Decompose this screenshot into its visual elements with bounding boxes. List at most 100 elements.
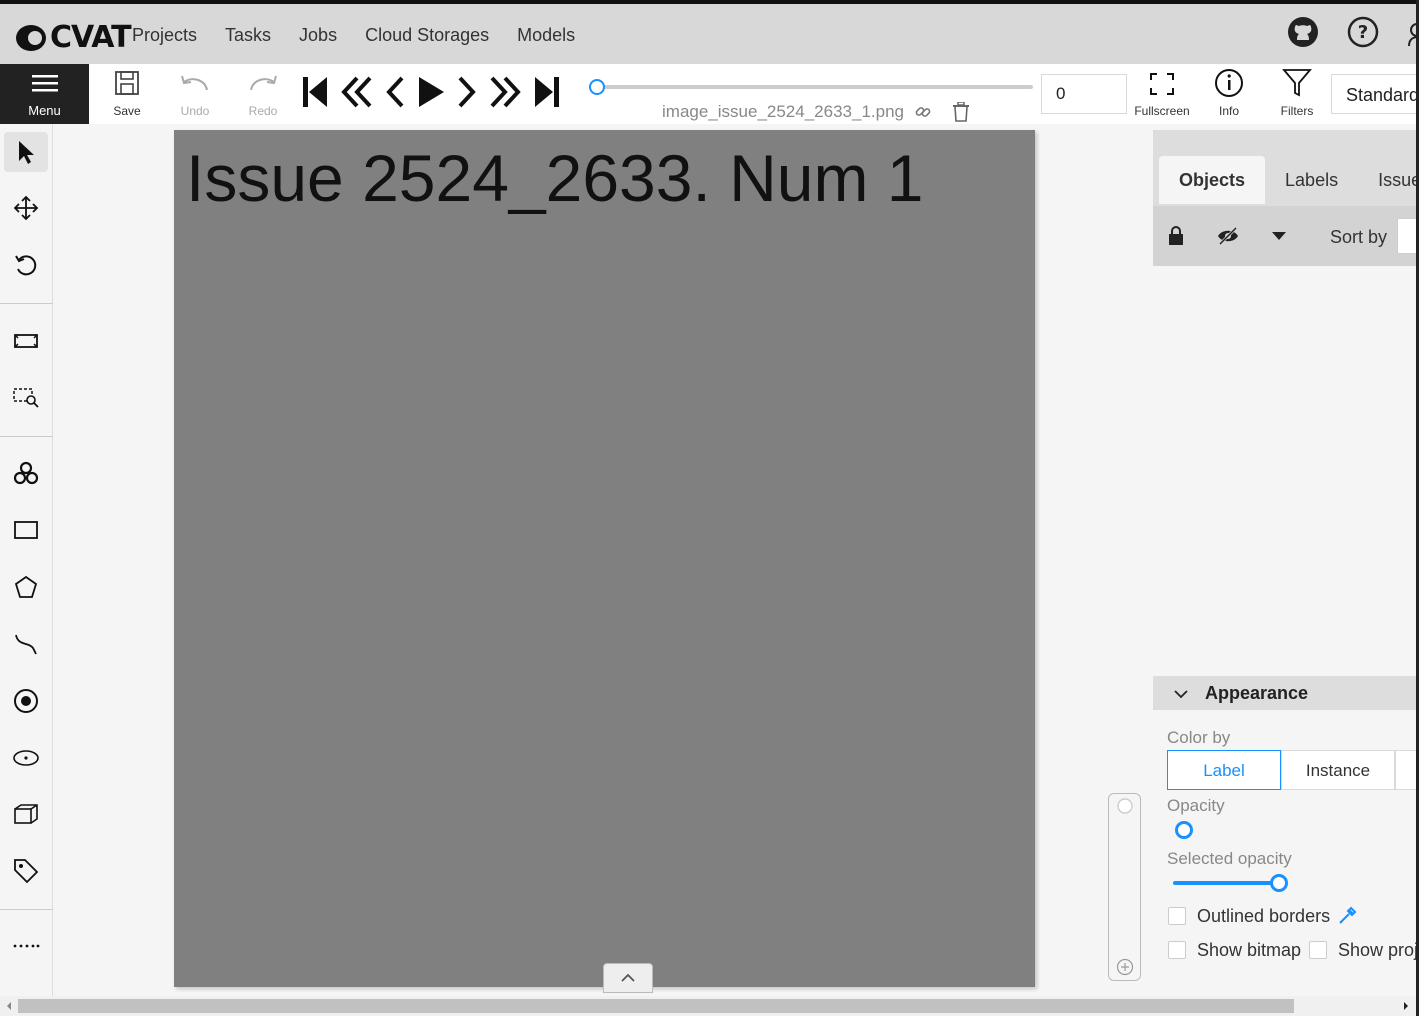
player-controls	[300, 74, 562, 110]
points-tool[interactable]	[4, 681, 48, 721]
nav-tasks[interactable]: Tasks	[211, 22, 285, 48]
appearance-header[interactable]: Appearance	[1153, 676, 1419, 710]
scrollbar-thumb[interactable]	[18, 999, 1294, 1013]
selected-opacity-slider-handle[interactable]	[1270, 874, 1288, 892]
caret-down-icon[interactable]	[1271, 231, 1287, 241]
cursor-icon	[19, 141, 34, 164]
opacity-slider-handle[interactable]	[1175, 821, 1193, 839]
cuboid-icon	[14, 804, 38, 824]
previous-icon[interactable]	[384, 74, 406, 110]
color-by-selector: Label Instance	[1167, 750, 1419, 790]
first-frame-icon[interactable]	[300, 74, 330, 110]
redo-icon	[250, 75, 277, 91]
info-button[interactable]: Info	[1210, 64, 1248, 124]
opacity-label: Opacity	[1167, 796, 1225, 815]
zoom-slider[interactable]	[1108, 793, 1141, 981]
fast-backward-icon[interactable]	[340, 74, 374, 110]
move-icon	[13, 195, 39, 221]
ai-tools[interactable]	[4, 454, 48, 494]
copy-link-icon[interactable]	[914, 103, 932, 121]
zoom-region-icon	[13, 388, 39, 408]
objects-sidebar: Objects Labels Issues Sort by Appearance…	[1153, 124, 1419, 996]
zoom-region-tool[interactable]	[4, 378, 48, 418]
filters-button[interactable]: Filters	[1274, 64, 1320, 124]
horizontal-scrollbar[interactable]	[0, 996, 1419, 1016]
cvat-logo[interactable]: CVAT	[16, 20, 132, 55]
redo-button[interactable]: Redo	[240, 64, 286, 124]
color-by-label-option[interactable]: Label	[1167, 750, 1281, 790]
move-tool[interactable]	[4, 188, 48, 228]
fullscreen-icon	[1150, 73, 1174, 95]
play-icon[interactable]	[416, 74, 446, 110]
fit-image-tool[interactable]	[4, 321, 48, 361]
frame-slider-track[interactable]	[597, 85, 1033, 89]
eyedropper-icon[interactable]	[1338, 905, 1358, 925]
frame-number-input[interactable]	[1041, 74, 1127, 114]
rectangle-tool[interactable]	[4, 510, 48, 550]
frame-filename: image_issue_2524_2633_1.png	[662, 102, 904, 121]
rectangle-icon	[14, 521, 38, 539]
nav-jobs[interactable]: Jobs	[285, 22, 351, 48]
selected-opacity-track[interactable]	[1173, 881, 1281, 885]
lock-icon[interactable]	[1167, 226, 1185, 246]
tab-labels[interactable]: Labels	[1265, 156, 1358, 204]
sidebar-header: Objects Labels Issues Sort by	[1153, 130, 1419, 266]
more-tools[interactable]	[4, 926, 48, 966]
save-icon	[115, 71, 139, 95]
polyline-icon	[15, 634, 37, 655]
outlined-borders-checkbox[interactable]	[1168, 907, 1186, 925]
outlined-borders-label: Outlined borders	[1197, 906, 1331, 926]
points-icon	[14, 689, 38, 713]
show-bitmap-label: Show bitmap	[1197, 940, 1302, 960]
fast-forward-icon[interactable]	[488, 74, 522, 110]
undo-label: Undo	[180, 104, 210, 118]
scroll-left-icon[interactable]	[5, 1001, 13, 1011]
nav-models[interactable]: Models	[503, 22, 589, 48]
zoom-in-icon[interactable]	[1116, 958, 1134, 976]
expand-panel-button[interactable]	[603, 963, 653, 993]
menu-button[interactable]: Menu	[0, 64, 89, 124]
tag-tool[interactable]	[4, 851, 48, 891]
last-frame-icon[interactable]	[532, 74, 562, 110]
polyline-tool[interactable]	[4, 624, 48, 664]
image-text: Issue 2524_2633. Num 1	[186, 141, 924, 215]
nav-projects[interactable]: Projects	[118, 22, 211, 48]
tools-divider	[0, 436, 53, 437]
ai-tools-icon	[13, 461, 39, 485]
workspace-select[interactable]: Standard	[1331, 74, 1419, 114]
controls-sidebar	[0, 124, 53, 996]
frame-slider-handle[interactable]	[589, 79, 605, 95]
menu-label: Menu	[28, 103, 61, 118]
svg-text:?: ?	[1358, 22, 1368, 43]
fullscreen-button[interactable]: Fullscreen	[1134, 64, 1190, 124]
ellipse-icon	[13, 750, 39, 766]
tab-objects[interactable]: Objects	[1159, 156, 1266, 204]
cursor-tool[interactable]	[4, 132, 48, 172]
chevron-down-icon	[1174, 690, 1188, 699]
cuboid-tool[interactable]	[4, 794, 48, 834]
polygon-tool[interactable]	[4, 567, 48, 607]
undo-icon	[181, 75, 208, 91]
frame-image[interactable]: Issue 2524_2633. Num 1	[174, 130, 1035, 987]
tag-icon	[14, 859, 39, 884]
sidebar-tabs: Objects Labels Issues	[1159, 156, 1419, 204]
show-projections-checkbox[interactable]	[1309, 941, 1327, 959]
color-by-instance-option[interactable]: Instance	[1281, 750, 1395, 790]
appearance-panel: Appearance Color by Label Instance Opaci…	[1153, 676, 1419, 996]
ellipse-tool[interactable]	[4, 738, 48, 778]
next-icon[interactable]	[456, 74, 478, 110]
save-button[interactable]: Save	[104, 64, 150, 124]
tab-issues[interactable]: Issues	[1358, 156, 1419, 204]
help-icon[interactable]: ?	[1347, 16, 1379, 53]
github-icon[interactable]	[1287, 16, 1319, 53]
nav-cloud-storages[interactable]: Cloud Storages	[351, 22, 503, 48]
show-bitmap-checkbox[interactable]	[1168, 941, 1186, 959]
undo-button[interactable]: Undo	[172, 64, 218, 124]
color-by-label: Color by	[1167, 728, 1231, 747]
eye-invisible-icon[interactable]	[1216, 226, 1240, 246]
scroll-right-icon[interactable]	[1402, 1001, 1410, 1011]
top-navbar: CVAT Projects Tasks Jobs Cloud Storages …	[0, 0, 1419, 64]
delete-frame-icon[interactable]	[952, 102, 970, 122]
rotate-icon	[15, 255, 37, 276]
rotate-tool[interactable]	[4, 245, 48, 285]
